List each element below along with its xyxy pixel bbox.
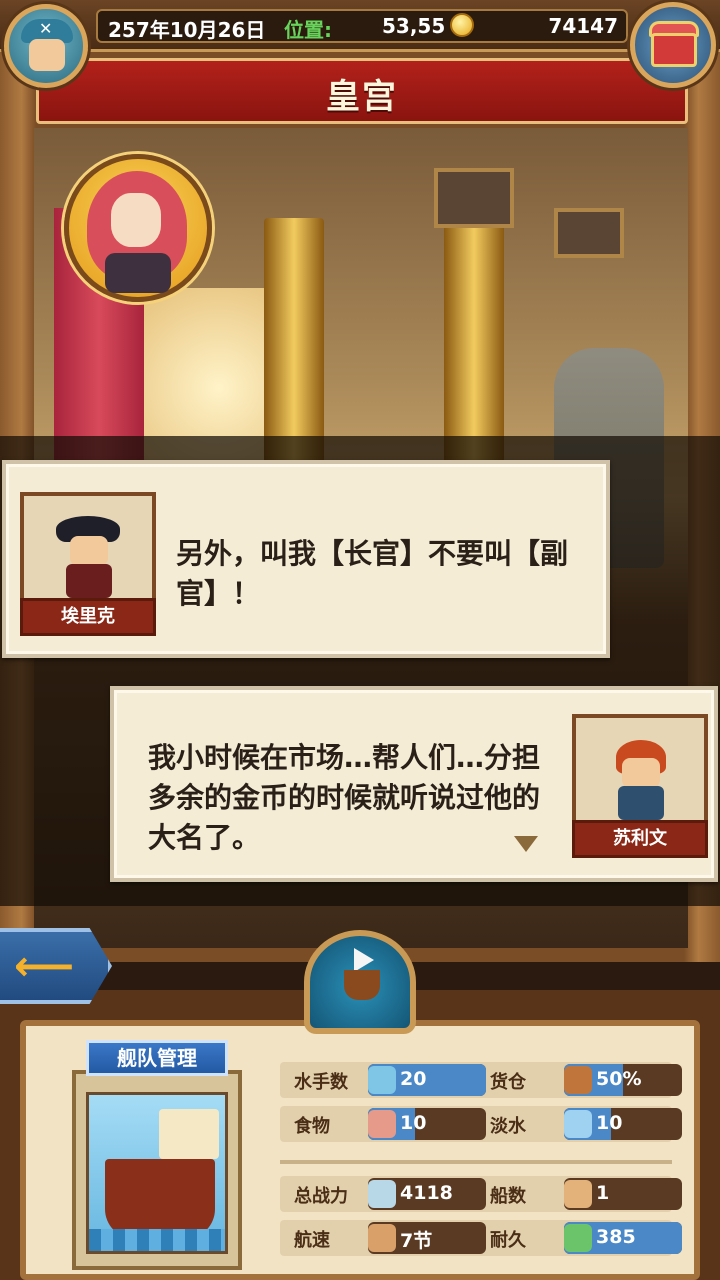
wall-painting	[434, 168, 514, 228]
dialog-text: 另外，叫我【长官】不要叫【副官】！	[176, 537, 569, 610]
cargo-icon	[564, 1066, 592, 1094]
treasure-chest-button[interactable]	[630, 2, 716, 88]
stat-label: 总战力	[294, 1186, 348, 1207]
speaker-coat	[618, 786, 664, 820]
ship-scene	[86, 1092, 228, 1254]
speaker-face	[622, 758, 660, 788]
gold-amount: 74147	[548, 14, 618, 38]
stat-cargo: 货仓 50%	[472, 1064, 682, 1098]
golden-pillar	[444, 208, 504, 468]
sail-icon	[354, 948, 374, 972]
avatar-face	[29, 39, 65, 71]
dialog-text: 我小时候在市场…帮人们…分担多余的金币的时候就听说过他的大名了。	[148, 741, 541, 854]
stat-durability: 耐久 385	[472, 1222, 682, 1256]
stat-label: 船数	[490, 1186, 526, 1207]
player-avatar-button[interactable]: ✕	[4, 4, 88, 88]
stat-value: 4118	[400, 1182, 453, 1204]
wall-painting	[554, 208, 624, 258]
speaker-coat	[66, 564, 112, 598]
game-date: 257年10月26日	[108, 18, 266, 42]
back-button[interactable]: ⟵	[0, 928, 112, 1004]
speaker-name: 埃里克	[20, 598, 156, 636]
stat-label: 航速	[294, 1230, 330, 1251]
speed-icon	[368, 1224, 396, 1252]
stat-speed: 航速 7节	[276, 1222, 486, 1256]
continue-arrow-icon[interactable]	[514, 836, 538, 852]
fleet-management-tab[interactable]: 舰队管理	[86, 1040, 228, 1076]
speaker-portrait: 苏利文	[572, 714, 708, 858]
redhead-boy-icon	[612, 738, 668, 820]
stat-ship-count: 船数 1	[472, 1178, 682, 1212]
divider	[280, 1160, 672, 1164]
stat-value: 7节	[400, 1230, 433, 1252]
ship-count-icon	[564, 1180, 592, 1208]
durability-icon	[564, 1224, 592, 1252]
chest-icon	[651, 33, 697, 67]
location-title: 皇宫	[326, 77, 398, 117]
stat-value: 20	[400, 1068, 427, 1090]
power-icon	[368, 1180, 396, 1208]
status-bar: 257年10月26日 位置: 53,55 74147	[96, 9, 628, 43]
sailor-icon	[368, 1066, 396, 1094]
food-icon	[368, 1110, 396, 1138]
stat-label: 食物	[294, 1116, 330, 1137]
stat-water: 淡水 10	[472, 1108, 682, 1142]
ship-preview[interactable]	[72, 1070, 242, 1270]
waves	[89, 1229, 225, 1251]
pirate-captain-icon	[56, 516, 120, 598]
stat-sailors: 水手数 20	[276, 1064, 486, 1098]
stat-value: 10	[596, 1112, 623, 1134]
npc-portrait[interactable]	[64, 154, 212, 302]
stat-power: 总战力 4118	[276, 1178, 486, 1212]
location-label: 位置:	[284, 18, 332, 42]
dialog-box-2[interactable]: 我小时候在市场…帮人们…分担多余的金币的时候就听说过他的大名了。 苏利文	[110, 686, 718, 882]
stat-value: 10	[400, 1112, 427, 1134]
ship-helm-button[interactable]	[304, 930, 416, 1034]
ship-sail	[159, 1109, 219, 1159]
stat-label: 货仓	[490, 1072, 526, 1093]
speaker-portrait: 埃里克	[20, 492, 156, 636]
stat-value: 1	[596, 1182, 610, 1204]
left-arrow-icon: ⟵	[14, 941, 75, 990]
ship-hull	[105, 1159, 215, 1239]
stat-label: 水手数	[294, 1072, 348, 1093]
stat-value: 385	[596, 1226, 636, 1248]
fleet-stats: 水手数 20 货仓 50% 食物 10 淡水 10 总战力 4118 船数 1 …	[276, 1056, 682, 1270]
stat-value: 50%	[596, 1068, 642, 1090]
stat-label: 耐久	[490, 1230, 526, 1251]
speaker-face	[70, 536, 108, 566]
stat-food: 食物 10	[276, 1108, 486, 1142]
stat-label: 淡水	[490, 1116, 526, 1137]
location-banner: 皇宫	[36, 58, 688, 124]
water-icon	[564, 1110, 592, 1138]
gold-coin-icon	[450, 13, 474, 37]
portrait-body	[105, 253, 171, 293]
portrait-face	[111, 193, 161, 247]
skull-mark-icon: ✕	[39, 19, 53, 38]
boat-icon	[344, 970, 380, 1000]
location-coords: 53,55	[382, 14, 446, 38]
dialog-box-1[interactable]: 埃里克 另外，叫我【长官】不要叫【副官】！	[2, 460, 610, 658]
speaker-name: 苏利文	[572, 820, 708, 858]
